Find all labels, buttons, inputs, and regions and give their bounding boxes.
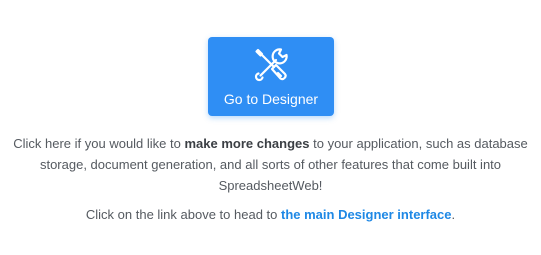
go-to-designer-button[interactable]: Go to Designer	[208, 37, 334, 116]
description-emphasis: make more changes	[184, 136, 310, 151]
go-to-designer-label: Go to Designer	[223, 91, 319, 107]
tools-icon	[254, 48, 288, 82]
description-line3: SpreadsheetWeb!	[218, 178, 323, 193]
main-designer-interface-link[interactable]: the main Designer interface	[281, 207, 452, 222]
description-line1-end: to your application, such as database	[309, 136, 528, 151]
designer-link-sentence: Click on the link above to head to the m…	[0, 204, 541, 225]
link-sentence-end: .	[451, 207, 456, 222]
link-sentence-start: Click on the link above to head to	[85, 207, 281, 222]
description-line2: storage, document generation, and all so…	[39, 157, 502, 172]
description-text: Click here if you would like to make mor…	[0, 133, 541, 196]
description-text-start: Click here if you would like to	[13, 136, 185, 151]
